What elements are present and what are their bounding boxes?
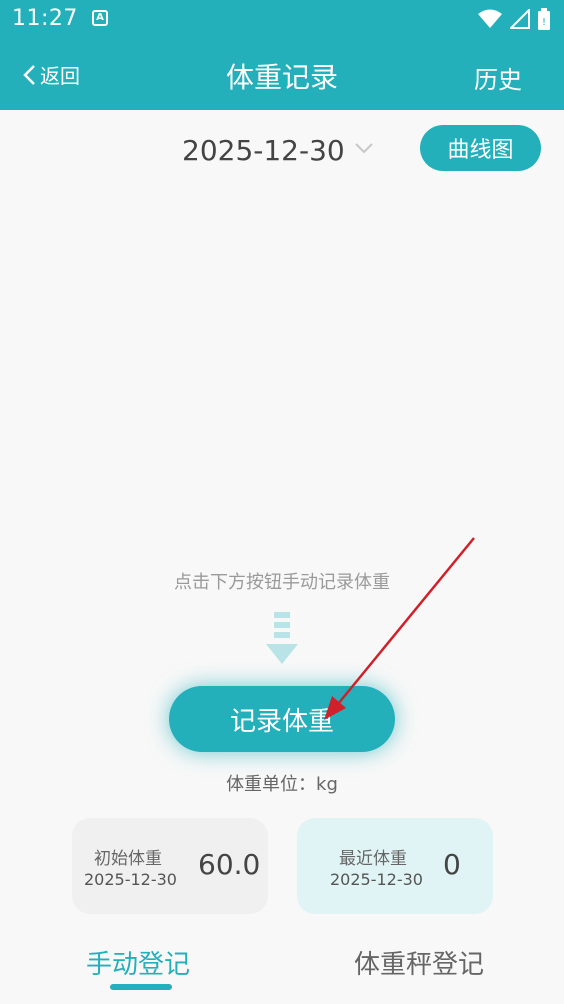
hint-text: 点击下方按钮手动记录体重: [174, 572, 390, 593]
initial-weight-date: 2025-12-30: [84, 870, 177, 889]
record-weight-button[interactable]: 记录体重: [169, 686, 395, 752]
battery-icon: !: [538, 8, 550, 30]
initial-weight-value: 60.0: [198, 848, 261, 881]
initial-weight-card: 初始体重 2025-12-30 60.0: [72, 818, 268, 914]
notification-icon: A: [92, 10, 108, 26]
svg-text:!: !: [542, 17, 546, 28]
date-selector[interactable]: 2025-12-30: [182, 134, 345, 167]
recent-weight-card: 最近体重 2025-12-30 0: [297, 818, 493, 914]
active-tab-indicator: [110, 984, 172, 990]
recent-weight-label: 最近体重: [339, 849, 407, 869]
back-label: 返回: [40, 64, 80, 88]
chevron-down-icon[interactable]: [354, 142, 374, 154]
date-row: 2025-12-30 曲线图: [0, 125, 564, 174]
recent-weight-value: 0: [443, 848, 461, 881]
tab-manual-entry[interactable]: 手动登记: [86, 944, 190, 981]
wifi-icon: [478, 9, 502, 28]
status-time: 11:27: [12, 6, 78, 31]
back-button[interactable]: 返回: [22, 60, 80, 89]
initial-weight-label: 初始体重: [94, 849, 162, 869]
app-bar: 11:27 A ! 返回 体重记录 历史: [0, 0, 564, 110]
history-button[interactable]: 历史: [474, 60, 522, 95]
down-arrow-icon: [266, 612, 298, 664]
status-icons: !: [478, 8, 550, 30]
tab-scale-entry[interactable]: 体重秤登记: [354, 944, 484, 981]
bottom-tabs: 手动登记 体重秤登记: [0, 940, 564, 1004]
chart-button[interactable]: 曲线图: [420, 125, 541, 171]
recent-weight-date: 2025-12-30: [330, 870, 423, 889]
signal-icon: [510, 9, 530, 29]
chevron-left-icon: [23, 64, 35, 85]
weight-unit-label: 体重单位：kg: [226, 774, 338, 795]
